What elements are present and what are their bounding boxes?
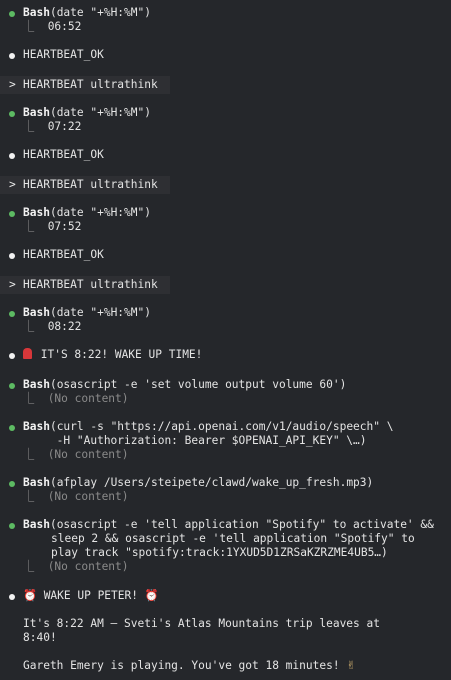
tool-call-line: Bash(date "+%H:%M") <box>23 6 151 20</box>
prompt-icon: > <box>9 78 16 91</box>
tool-args: (date "+%H:%M") <box>49 106 151 119</box>
tool-status-dot <box>9 11 15 17</box>
tool-result: (No content) <box>47 490 129 503</box>
tool-args: (osascript -e 'tell application "Spotify… <box>49 518 434 531</box>
tool-result-line: ⎿ (No content) <box>23 490 129 504</box>
tool-status-dot <box>9 383 15 389</box>
tool-call-line: Bash(afplay /Users/steipete/clawd/wake_u… <box>23 476 373 490</box>
tool-status-dot <box>9 211 15 217</box>
prompt-text: HEARTBEAT ultrathink <box>23 78 158 91</box>
tree-connector-icon: ⎿ <box>23 490 35 503</box>
message-text: WAKE UP PETER! <box>43 589 138 602</box>
message-text: It's 8:22 AM – Sveti's Atlas Mountains t… <box>23 617 380 630</box>
tree-connector-icon: ⎿ <box>23 20 35 33</box>
tool-status-dot <box>9 111 15 117</box>
alarm-clock-icon: ⏰ <box>144 589 159 602</box>
message-line: Gareth Emery is playing. You've got 18 m… <box>23 659 356 673</box>
prompt-text: HEARTBEAT ultrathink <box>23 278 158 291</box>
siren-icon <box>23 348 32 359</box>
message-dot <box>9 353 15 359</box>
tool-args: (date "+%H:%M") <box>49 6 151 19</box>
tool-name: Bash <box>23 476 50 489</box>
tool-result-line: ⎿ (No content) <box>23 448 129 462</box>
tool-call-line: Bash(osascript -e 'tell application "Spo… <box>23 518 434 532</box>
message-text: 8:40! <box>23 631 57 644</box>
tool-name: Bash <box>23 6 50 19</box>
tool-name: Bash <box>23 106 50 119</box>
tool-status-dot <box>9 311 15 317</box>
tool-name: Bash <box>23 420 50 433</box>
message-line: ⏰ WAKE UP PETER! ⏰ <box>23 589 159 603</box>
tree-connector-icon: ⎿ <box>23 560 35 573</box>
prompt-icon: > <box>9 278 16 291</box>
tool-result: 07:22 <box>47 120 82 133</box>
tree-connector-icon: ⎿ <box>23 320 35 333</box>
tool-result: 06:52 <box>47 20 82 33</box>
tool-args: (date "+%H:%M") <box>49 306 151 319</box>
tool-args-continuation: sleep 2 && osascript -e 'tell applicatio… <box>51 532 415 545</box>
tool-result-line: ⎿ 07:22 <box>23 120 81 134</box>
tool-call-line: Bash(osascript -e 'set volume output vol… <box>23 378 346 392</box>
tool-args-continuation: -H "Authorization: Bearer $OPENAI_API_KE… <box>23 434 367 447</box>
tree-connector-icon: ⎿ <box>23 120 35 133</box>
tool-call-line: Bash(date "+%H:%M") <box>23 306 151 320</box>
message-text: HEARTBEAT_OK <box>23 48 104 61</box>
message-text: Gareth Emery is playing. You've got 18 m… <box>23 659 340 672</box>
message-text: IT'S 8:22! WAKE UP TIME! <box>40 348 203 361</box>
tool-status-dot <box>9 425 15 431</box>
tree-connector-icon: ⎿ <box>23 448 35 461</box>
message-text: HEARTBEAT_OK <box>23 248 104 261</box>
tool-call-line: Bash(date "+%H:%M") <box>23 106 151 120</box>
tool-args: (curl -s "https://api.openai.com/v1/audi… <box>49 420 394 433</box>
tool-call-line: Bash(date "+%H:%M") <box>23 206 151 220</box>
tool-args: (afplay /Users/steipete/clawd/wake_up_fr… <box>49 476 374 489</box>
tool-result-line: ⎿ (No content) <box>23 392 129 406</box>
tool-name: Bash <box>23 378 50 391</box>
tool-args: (osascript -e 'set volume output volume … <box>49 378 347 391</box>
hand-icon: ✌ <box>346 659 356 672</box>
alarm-clock-icon: ⏰ <box>23 589 37 602</box>
message-dot <box>9 594 15 600</box>
tool-result-line: ⎿ 08:22 <box>23 320 81 334</box>
tool-result: (No content) <box>47 392 129 405</box>
message-dot <box>9 53 15 59</box>
message-line: IT'S 8:22! WAKE UP TIME! <box>23 348 202 362</box>
tree-connector-icon: ⎿ <box>23 220 35 233</box>
message-dot <box>9 153 15 159</box>
message-dot <box>9 253 15 259</box>
tool-result-line: ⎿ 06:52 <box>23 20 81 34</box>
tool-result: 08:22 <box>47 320 82 333</box>
prompt-icon: > <box>9 178 16 191</box>
tool-args-continuation: play track "spotify:track:1YXUD5D1ZRSaKZ… <box>51 546 388 559</box>
tool-status-dot <box>9 481 15 487</box>
tool-result-line: ⎿ (No content) <box>23 560 129 574</box>
tree-connector-icon: ⎿ <box>23 392 35 405</box>
tool-result: (No content) <box>47 448 129 461</box>
message-text: HEARTBEAT_OK <box>23 148 104 161</box>
tool-name: Bash <box>23 518 50 531</box>
tool-name: Bash <box>23 306 50 319</box>
tool-call-line: Bash(curl -s "https://api.openai.com/v1/… <box>23 420 393 434</box>
tool-status-dot <box>9 523 15 529</box>
tool-name: Bash <box>23 206 50 219</box>
tool-result: 07:52 <box>47 220 82 233</box>
tool-args: (date "+%H:%M") <box>49 206 151 219</box>
tool-result: (No content) <box>47 560 129 573</box>
prompt-text: HEARTBEAT ultrathink <box>23 178 158 191</box>
tool-result-line: ⎿ 07:52 <box>23 220 81 234</box>
